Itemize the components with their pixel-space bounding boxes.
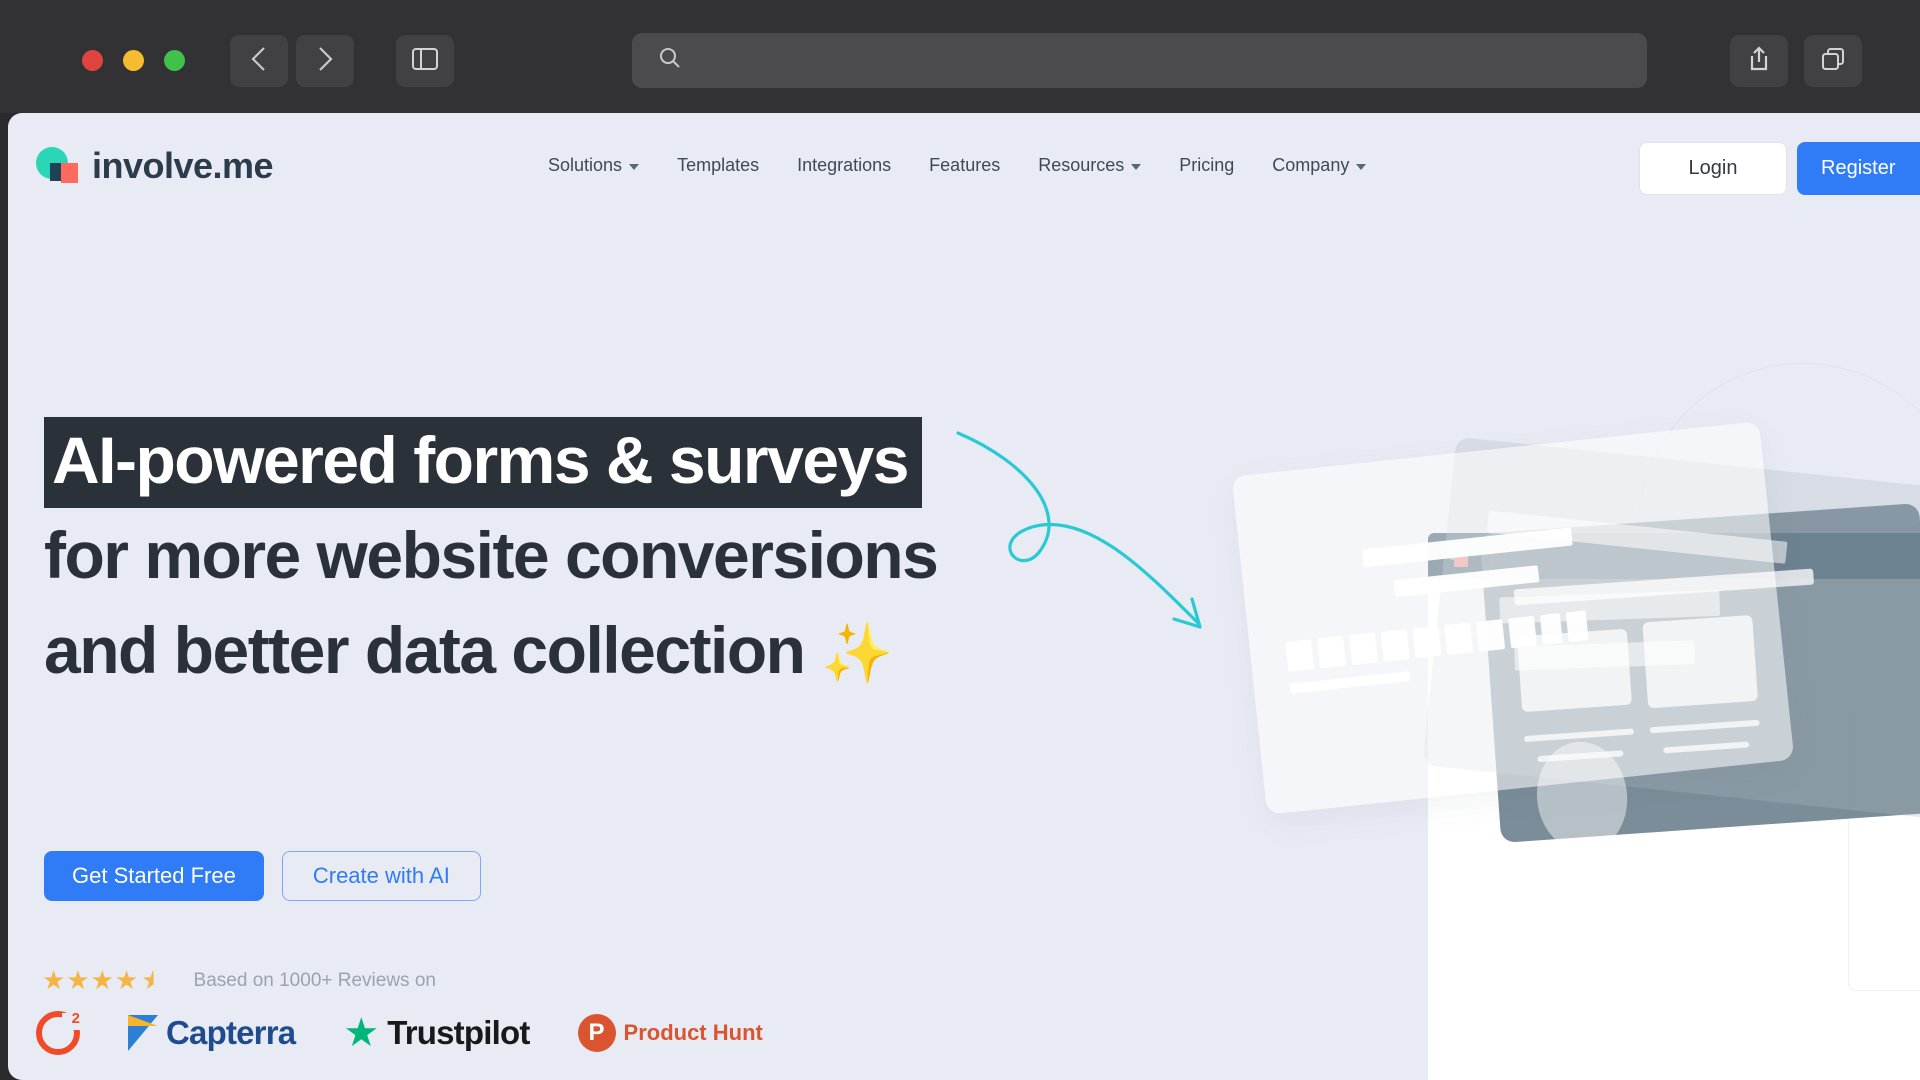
tab-overview-icon: [1820, 46, 1846, 77]
nav-label: Company: [1272, 155, 1350, 175]
sparkles-icon: ✨: [821, 621, 893, 686]
full-stars-icon: ★★★★: [42, 965, 140, 995]
page-title: AI-powered forms & surveys for more webs…: [44, 413, 1104, 701]
logo-coral-square-shape: [61, 163, 78, 183]
g2-superscript: 2: [71, 1010, 80, 1027]
hero-illustration: +: [956, 283, 1920, 1080]
nav-label: Solutions: [548, 155, 623, 175]
maximize-window-button[interactable]: [164, 50, 185, 71]
nav-item-templates[interactable]: Templates: [677, 155, 759, 176]
capterra-wordmark: Capterra: [166, 1014, 296, 1051]
nav-item-integrations[interactable]: Integrations: [797, 155, 891, 176]
g2-logo[interactable]: 2: [36, 1010, 82, 1055]
share-icon: [1747, 45, 1771, 77]
nav-item-solutions[interactable]: Solutions: [548, 155, 640, 176]
nav-label: Features: [929, 155, 1001, 175]
brand-name: involve.me: [92, 145, 274, 186]
address-bar[interactable]: [632, 33, 1647, 88]
share-button[interactable]: [1730, 35, 1788, 87]
capterra-logo[interactable]: Capterra: [128, 1014, 296, 1052]
nav-item-features[interactable]: Features: [929, 155, 1000, 176]
register-button[interactable]: Register: [1797, 142, 1920, 195]
sidebar-toggle-button[interactable]: [396, 35, 454, 87]
back-button[interactable]: [230, 35, 288, 87]
half-star-icon: ★: [141, 965, 166, 995]
forward-button[interactable]: [296, 35, 354, 87]
tab-overview-button[interactable]: [1804, 35, 1862, 87]
nav-label: Integrations: [797, 155, 892, 175]
nav-label: Resources: [1038, 155, 1125, 175]
g2-icon: 2: [36, 1010, 82, 1055]
trustpilot-star-icon: ★: [343, 1011, 380, 1055]
browser-chrome: [0, 0, 1920, 113]
product-hunt-logo[interactable]: P Product Hunt: [577, 1014, 763, 1052]
chevron-right-icon: [316, 45, 334, 78]
nav-item-pricing[interactable]: Pricing: [1179, 155, 1234, 176]
trustpilot-logo[interactable]: ★ Trustpilot: [343, 1011, 530, 1055]
nav-label: Pricing: [1179, 155, 1235, 175]
site-header: involve.me Solutions Templates Integrati…: [8, 113, 1920, 218]
chevron-left-icon: [250, 45, 268, 78]
brand-logo[interactable]: involve.me: [36, 145, 274, 187]
rating-row: ★★★★ ★ Based on 1000+ Reviews on: [42, 965, 436, 996]
trustpilot-wordmark: Trustpilot: [387, 1014, 530, 1051]
chevron-down-icon: [1356, 164, 1367, 170]
window-controls: [82, 50, 185, 71]
product-hunt-icon: P: [577, 1014, 616, 1052]
involveme-logo-icon: [36, 145, 78, 187]
capterra-icon: [128, 1015, 158, 1051]
login-button[interactable]: Login: [1639, 142, 1787, 195]
chevron-down-icon: [1131, 164, 1142, 170]
chevron-down-icon: [629, 164, 640, 170]
create-with-ai-button[interactable]: Create with AI: [281, 851, 481, 901]
minimize-window-button[interactable]: [123, 50, 144, 71]
headline-line-2: for more website conversions: [44, 518, 939, 592]
headline-highlight: AI-powered forms & surveys: [44, 417, 922, 508]
rating-caption: Based on 1000+ Reviews on: [193, 969, 436, 991]
header-actions: Login Register: [1639, 142, 1920, 195]
nav-item-company[interactable]: Company: [1272, 155, 1367, 176]
get-started-free-button[interactable]: Get Started Free: [44, 851, 264, 901]
page-viewport: involve.me Solutions Templates Integrati…: [8, 113, 1920, 1080]
main-navigation: Solutions Templates Integrations Feature…: [548, 113, 1367, 218]
capterra-accent-shape: [128, 1015, 158, 1026]
headline-line-3-text: and better data collection: [44, 613, 806, 687]
headline-line-1: AI-powered forms & surveys: [44, 413, 1104, 508]
hero-copy: AI-powered forms & surveys for more webs…: [44, 413, 1104, 701]
nav-item-resources[interactable]: Resources: [1038, 155, 1142, 176]
product-hunt-wordmark: Product Hunt: [623, 1020, 763, 1045]
nav-label: Templates: [677, 155, 760, 175]
illustration-floating-card-light: [1231, 421, 1795, 857]
sidebar-toggle-icon: [412, 47, 438, 75]
cta-row: Get Started Free Create with AI: [44, 851, 481, 901]
headline-line-3: and better data collection ✨: [44, 603, 1104, 701]
close-window-button[interactable]: [82, 50, 103, 71]
search-icon: [658, 46, 682, 75]
star-rating: ★★★★ ★: [42, 965, 166, 996]
review-platform-logos: 2 Capterra ★ Trustpilot P Product Hunt: [36, 1010, 763, 1055]
page-bottom-edge: [1830, 1063, 1920, 1080]
